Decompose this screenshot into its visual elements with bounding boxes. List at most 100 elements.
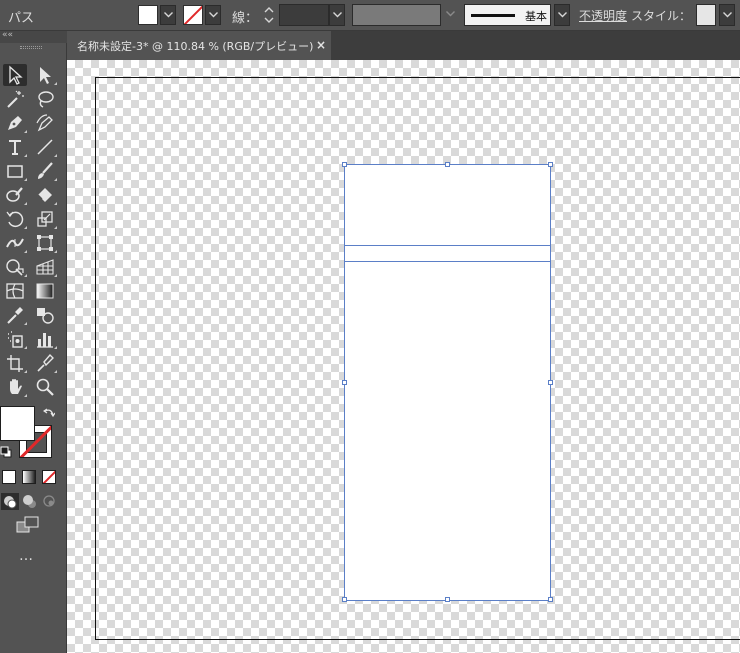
shape-builder-tool[interactable]	[3, 256, 27, 278]
line-segment-tool[interactable]	[33, 136, 57, 158]
draw-normal-button[interactable]	[1, 493, 19, 510]
lasso-tool[interactable]	[33, 88, 57, 110]
selection-type-label: パス	[8, 11, 35, 26]
document-tab-bar: 名称未設定-3* @ 110.84 % (RGB/プレビュー) ×	[67, 31, 740, 60]
draw-behind-icon	[23, 495, 36, 508]
tool-group-indicator	[24, 250, 27, 253]
tool-group-indicator	[54, 202, 57, 205]
swap-fill-stroke-icon[interactable]	[43, 407, 55, 419]
tools-panel-header[interactable]: ««	[0, 30, 67, 43]
default-fill-stroke-icon[interactable]	[0, 446, 12, 458]
type-icon	[9, 140, 21, 155]
hand-tool[interactable]	[3, 376, 27, 398]
symbol-sprayer-tool[interactable]	[3, 328, 27, 350]
tool-group-indicator	[54, 250, 57, 253]
control-bar: パス 線： 基本 不透明度 スタイル：	[0, 0, 740, 31]
scale-tool[interactable]	[33, 208, 57, 230]
bbox-handle-top-left[interactable]	[342, 162, 347, 167]
slice-icon	[37, 353, 54, 372]
close-icon[interactable]: ×	[316, 38, 326, 52]
rotate-tool[interactable]	[3, 208, 27, 230]
draw-normal-icon	[4, 496, 17, 509]
slice-tool[interactable]	[33, 352, 57, 374]
tool-group-indicator	[54, 346, 57, 349]
fill-color-box[interactable]	[0, 406, 35, 441]
tool-group-indicator	[24, 370, 27, 373]
bbox-handle-bottom-left[interactable]	[342, 597, 347, 602]
tool-group-indicator	[54, 226, 57, 229]
shaper-tool[interactable]	[3, 184, 27, 206]
stroke-weight-stepper[interactable]	[262, 4, 276, 26]
bbox-handle-top-right[interactable]	[548, 162, 553, 167]
tool-group-indicator	[24, 346, 27, 349]
panel-grip[interactable]	[20, 46, 42, 49]
brush-definition[interactable]: 基本	[464, 4, 551, 26]
chevron-down-icon	[333, 12, 342, 18]
artboard-tool[interactable]	[3, 352, 27, 374]
type-tool[interactable]	[3, 136, 27, 158]
lasso-icon	[38, 91, 54, 108]
canvas[interactable]	[67, 60, 740, 653]
stroke-swatch[interactable]	[183, 5, 203, 25]
free-transform-tool[interactable]	[33, 232, 57, 254]
selection-bounding-box	[344, 164, 551, 601]
width-tool[interactable]	[3, 232, 27, 254]
stroke-weight-dropdown[interactable]	[329, 4, 345, 26]
gradient-tool[interactable]	[33, 280, 57, 302]
eraser-tool[interactable]	[33, 184, 57, 206]
bbox-handle-middle-left[interactable]	[342, 380, 347, 385]
tool-group-indicator	[24, 322, 27, 325]
magic-wand-icon	[7, 90, 24, 108]
draw-inside-button[interactable]	[41, 493, 59, 510]
tool-group-indicator	[54, 370, 57, 373]
artboard-icon	[7, 355, 23, 372]
style-dropdown[interactable]	[719, 4, 735, 26]
fill-swatch[interactable]	[138, 5, 158, 25]
none-mode-button[interactable]	[42, 470, 56, 484]
eyedropper-tool[interactable]	[3, 304, 27, 326]
direct-selection-icon	[40, 67, 51, 84]
edit-toolbar-more-icon[interactable]: …	[19, 548, 34, 564]
direct-selection-tool[interactable]	[33, 64, 57, 86]
draw-behind-button[interactable]	[21, 493, 39, 510]
bbox-handle-middle-right[interactable]	[548, 380, 553, 385]
curvature-tool[interactable]	[33, 112, 57, 134]
selection-tool[interactable]	[3, 64, 27, 86]
stroke-color-dropdown[interactable]	[205, 5, 221, 25]
pen-tool[interactable]	[3, 112, 27, 134]
shape-builder-icon	[6, 259, 24, 276]
document-tab[interactable]: 名称未設定-3* @ 110.84 % (RGB/プレビュー) ×	[67, 31, 331, 60]
stroke-weight-label[interactable]: 線：	[232, 7, 258, 26]
draw-inside-icon	[43, 495, 55, 507]
paintbrush-tool[interactable]	[33, 160, 57, 182]
collapse-icon[interactable]: ««	[2, 30, 13, 40]
magic-wand-tool[interactable]	[3, 88, 27, 110]
chevron-down-icon	[446, 11, 455, 17]
mesh-tool[interactable]	[3, 280, 27, 302]
tool-group-indicator	[24, 394, 27, 397]
scale-icon	[37, 211, 53, 227]
zoom-tool[interactable]	[33, 376, 57, 398]
gradient-mode-button[interactable]	[22, 470, 36, 484]
brush-dropdown[interactable]	[554, 4, 570, 26]
tool-group-indicator	[54, 274, 57, 277]
color-mode-button[interactable]	[2, 470, 16, 484]
column-graph-icon	[37, 333, 53, 348]
graphic-style-swatch[interactable]	[696, 4, 716, 26]
bbox-handle-top-center[interactable]	[445, 162, 450, 167]
tool-group-indicator	[24, 178, 27, 181]
fill-dropdown[interactable]	[160, 5, 176, 25]
variable-width-profile[interactable]	[352, 4, 441, 26]
column-graph-tool[interactable]	[33, 328, 57, 350]
opacity-link[interactable]: 不透明度	[579, 7, 627, 24]
stroke-weight-input[interactable]	[279, 4, 329, 26]
curvature-icon	[36, 114, 53, 132]
rectangle-tool[interactable]	[3, 160, 27, 182]
selection-icon	[9, 65, 23, 85]
blend-tool[interactable]	[33, 304, 57, 326]
bbox-handle-bottom-center[interactable]	[445, 597, 450, 602]
screen-mode-icon[interactable]	[16, 516, 40, 534]
perspective-grid-tool[interactable]	[33, 256, 57, 278]
bbox-handle-bottom-right[interactable]	[548, 597, 553, 602]
tool-group-indicator	[24, 274, 27, 277]
